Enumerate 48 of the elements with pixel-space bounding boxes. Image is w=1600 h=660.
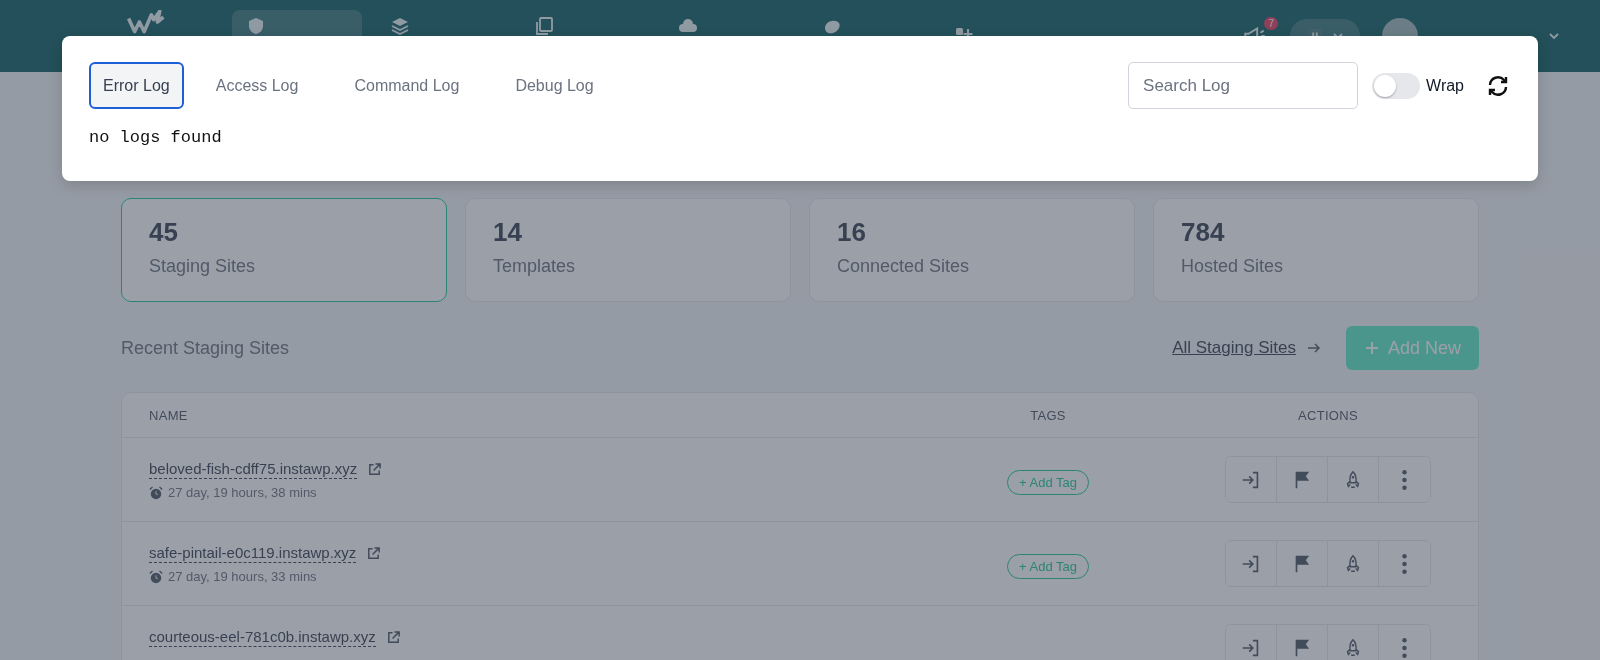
- stat-value: 45: [149, 217, 179, 248]
- site-age: 27 day, 19 hours, 38 mins: [168, 485, 317, 500]
- site-link[interactable]: beloved-fish-cdff75.instawp.xyz: [149, 460, 358, 479]
- copy-icon: [534, 16, 554, 36]
- log-tab[interactable]: Error Log: [89, 62, 184, 109]
- shield-icon: [246, 16, 266, 36]
- stat-value: 16: [837, 217, 867, 248]
- column-header: NAME: [148, 407, 189, 423]
- login-button[interactable]: [1226, 457, 1277, 502]
- stat-value: 784: [1181, 217, 1226, 248]
- refresh-icon[interactable]: [1486, 73, 1510, 98]
- external-link-icon[interactable]: [367, 462, 383, 477]
- column-header: ACTIONS: [1297, 407, 1359, 423]
- section-title: Recent Staging Sites: [121, 337, 290, 359]
- stat-label: Connected Sites: [837, 256, 971, 277]
- wrap-toggle-switch[interactable]: [1372, 72, 1421, 99]
- notification-count-badge: 7: [1264, 17, 1278, 30]
- log-tab[interactable]: Debug Log: [491, 62, 618, 109]
- stat-card[interactable]: 45 Staging Sites: [121, 198, 447, 302]
- external-link-icon[interactable]: [366, 546, 382, 561]
- login-button[interactable]: [1226, 541, 1277, 586]
- stat-label: Staging Sites: [149, 256, 257, 277]
- external-link-icon[interactable]: [385, 630, 401, 645]
- stat-label: Hosted Sites: [1181, 256, 1285, 277]
- site-link[interactable]: safe-pintail-e0c119.instawp.xyz: [149, 544, 357, 563]
- more-icon: [1402, 553, 1407, 574]
- site-age: 27 day, 19 hours, 33 mins: [168, 569, 317, 584]
- site-link[interactable]: courteous-eel-781c0b.instawp.xyz: [149, 628, 376, 647]
- more-icon: [1402, 637, 1407, 658]
- plus-icon: [1363, 340, 1380, 356]
- log-tab[interactable]: Command Log: [330, 62, 484, 109]
- column-header: TAGS: [1029, 407, 1067, 423]
- alarm-clock-icon: [149, 569, 163, 584]
- login-button[interactable]: [1226, 625, 1277, 660]
- alarm-clock-icon: [149, 485, 163, 500]
- wrap-label: Wrap: [1426, 76, 1464, 95]
- all-staging-sites-link[interactable]: All Staging Sites: [1172, 338, 1296, 358]
- search-log-field[interactable]: Search Log: [1128, 62, 1359, 109]
- chevron-down-icon[interactable]: [1548, 30, 1560, 42]
- stat-card[interactable]: 784 Hosted Sites: [1153, 198, 1479, 302]
- log-message: no logs found: [89, 128, 223, 147]
- layers-icon: [390, 16, 410, 36]
- stat-value: 14: [493, 217, 523, 248]
- log-tab[interactable]: Access Log: [191, 62, 323, 109]
- stat-card[interactable]: 16 Connected Sites: [809, 198, 1135, 302]
- stat-label: Templates: [493, 256, 577, 277]
- stat-card[interactable]: 14 Templates: [465, 198, 791, 302]
- more-icon: [1402, 469, 1407, 490]
